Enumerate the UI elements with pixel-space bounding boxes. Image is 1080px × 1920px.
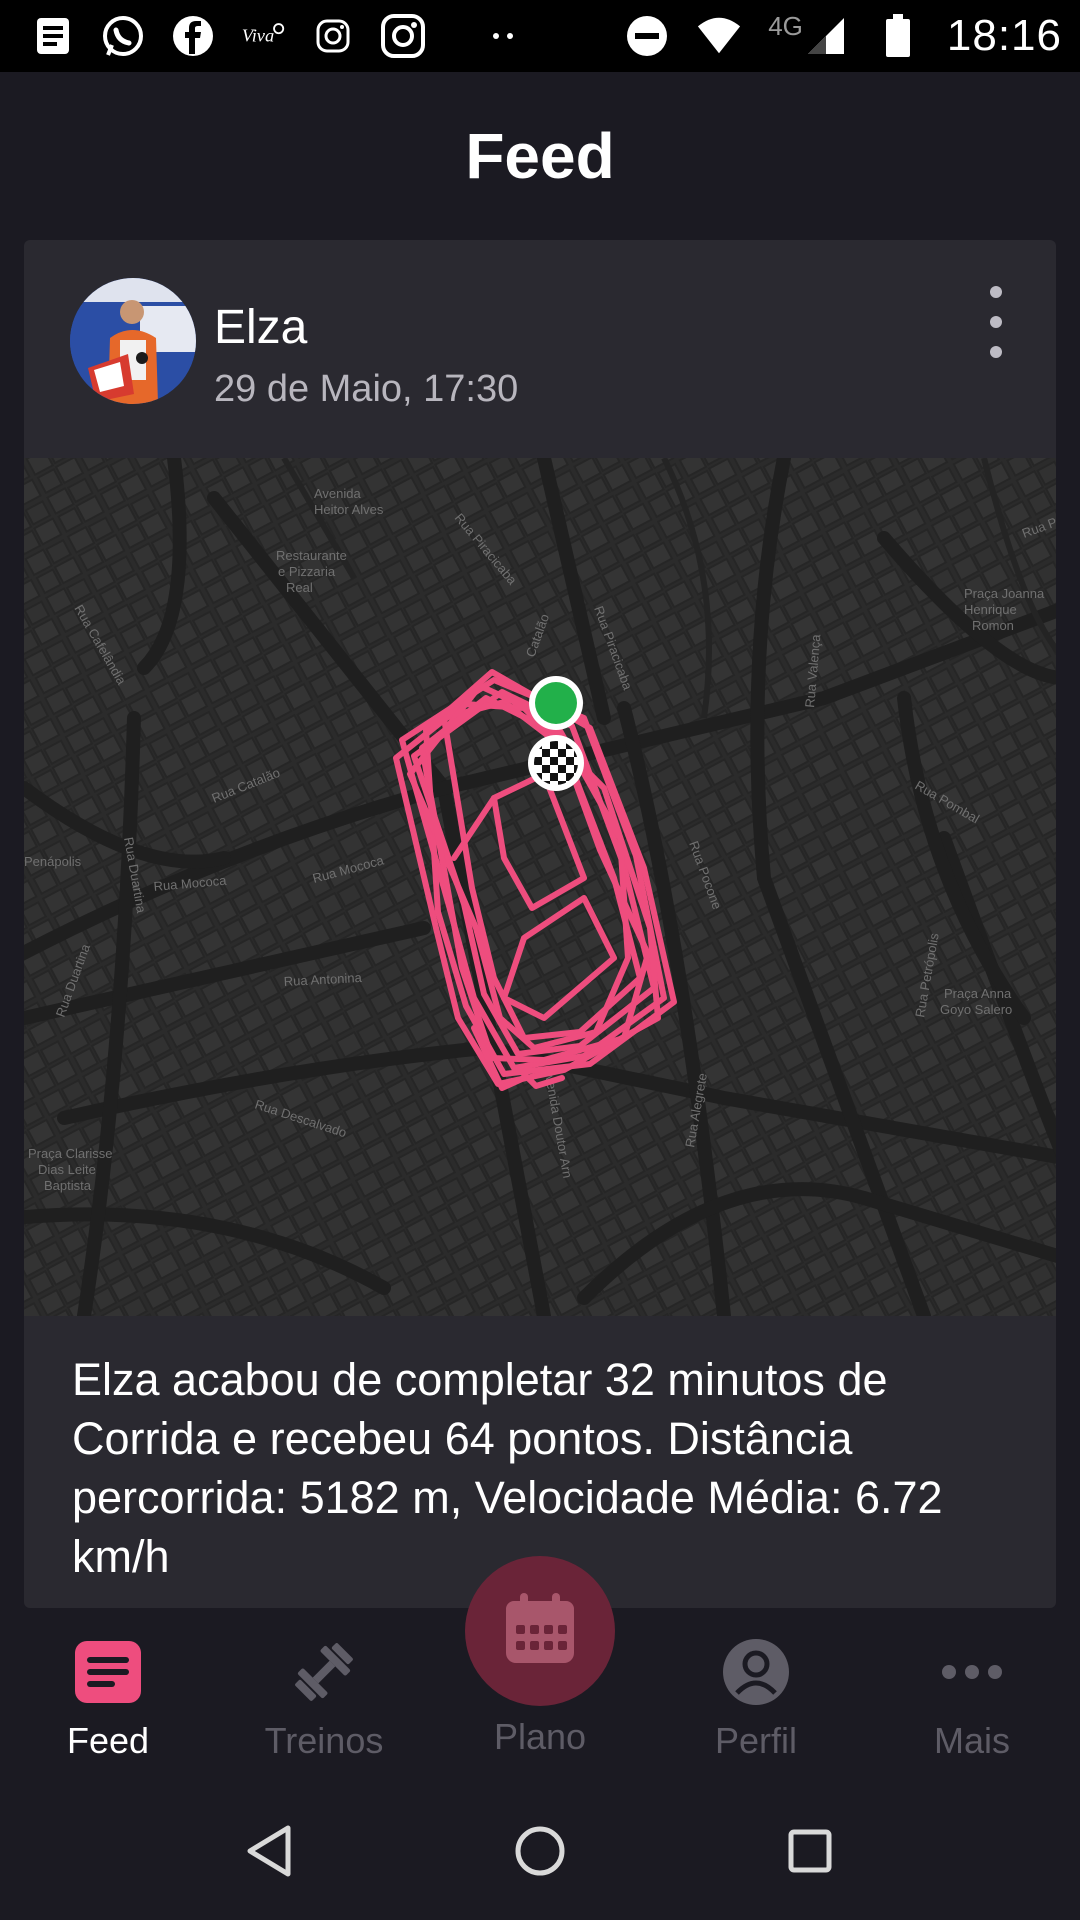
post-description: Elza acabou de completar 32 minutos de C… [72,1354,943,1582]
nav-plano-label-wrap[interactable]: Plano [440,1716,640,1758]
svg-text:Heitor Alves: Heitor Alves [314,502,384,517]
finish-flag-icon [528,735,584,791]
post-header: Elza 29 de Maio, 17:30 [24,240,1056,458]
nav-label: Treinos [264,1720,384,1761]
route-map[interactable]: Rua Piracicaba Rua Piracicaba Catalão Ru… [24,458,1056,1316]
recents-icon[interactable] [775,1816,845,1886]
instagram-icon [310,13,356,59]
nav-perfil[interactable]: Perfil [656,1636,856,1776]
svg-text:e Pizzaria: e Pizzaria [278,564,336,579]
svg-text:Penápolis: Penápolis [24,854,82,869]
more-dots-icon [480,13,526,59]
nav-plano[interactable] [465,1556,615,1706]
home-icon[interactable] [505,1816,575,1886]
facebook-icon [170,13,216,59]
system-nav-bar [0,1780,1080,1920]
signal-icon [803,13,849,59]
avatar[interactable] [70,278,196,404]
status-bar: Viva 4G 18:16 [0,0,1080,72]
svg-text:Restaurante: Restaurante [276,548,347,563]
svg-text:Dias Leite: Dias Leite [38,1162,96,1177]
whatsapp-icon [100,13,146,59]
feed-post-card[interactable]: Elza 29 de Maio, 17:30 Rua Piracicaba Ru… [24,240,1056,1608]
svg-text:Goyo Salero: Goyo Salero [940,1002,1012,1017]
profile-icon [720,1636,792,1708]
svg-text:Henrique: Henrique [964,602,1017,617]
do-not-disturb-icon [624,13,670,59]
nav-label: Feed [66,1720,150,1761]
nav-label: Plano [493,1716,587,1757]
svg-text:Praça Clarisse: Praça Clarisse [28,1146,113,1161]
dumbbell-icon [288,1636,360,1708]
post-menu-button[interactable] [976,286,1016,358]
svg-text:Praça Anna: Praça Anna [944,986,1012,1001]
svg-text:Real: Real [286,580,313,595]
network-type: 4G [768,10,803,41]
svg-text:Avenida: Avenida [314,486,362,501]
viva-icon: Viva [240,13,286,59]
svg-text:Praça Joanna: Praça Joanna [964,586,1045,601]
notification-icons: Viva [0,13,526,59]
feed-icon [72,1636,144,1708]
nav-feed[interactable]: Feed [8,1636,208,1776]
nav-label: Perfil [714,1720,798,1761]
more-icon [936,1636,1008,1708]
post-date: 29 de Maio, 17:30 [214,368,519,410]
svg-text:Baptista: Baptista [44,1178,92,1193]
battery-icon [875,13,921,59]
instagram-icon [380,13,426,59]
nav-mais[interactable]: Mais [872,1636,1072,1776]
svg-text:Viva: Viva [242,26,274,46]
back-icon[interactable] [234,1816,304,1886]
app-header: Feed [0,72,1080,240]
nav-treinos[interactable]: Treinos [224,1636,424,1776]
nav-label: Mais [933,1720,1010,1761]
wifi-icon [696,13,742,59]
more-vertical-icon [990,286,1002,298]
news-icon [30,13,76,59]
calendar-icon [502,1591,578,1672]
page-title: Feed [465,120,615,192]
user-name[interactable]: Elza [214,300,307,355]
bottom-nav: Feed Treinos Plano Perfil Mais [0,1556,1080,1780]
clock: 18:16 [946,11,1062,60]
svg-text:Romon: Romon [972,618,1014,633]
